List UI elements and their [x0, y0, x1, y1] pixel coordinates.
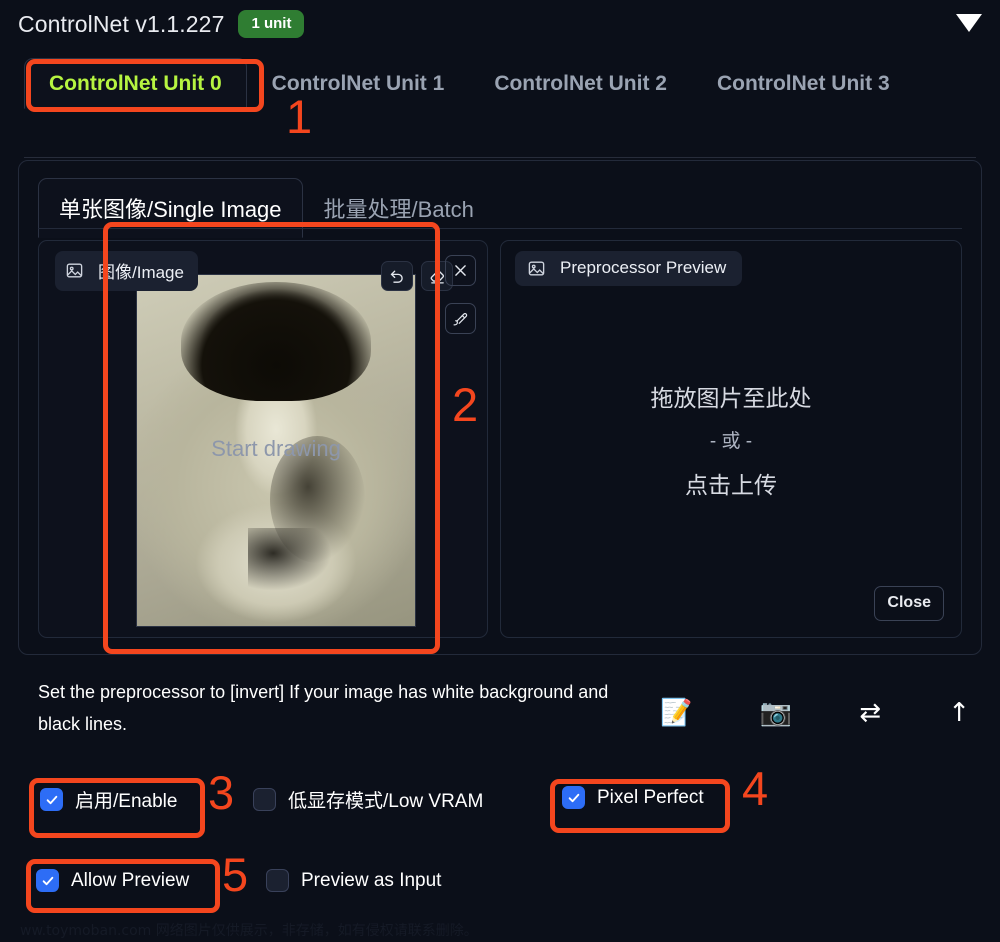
- low-vram-checkbox-row: 低显存模式/Low VRAM: [253, 786, 483, 813]
- undo-icon[interactable]: [381, 261, 413, 291]
- checkbox-box-checked[interactable]: [562, 786, 585, 809]
- annotation-number-5: 5: [222, 848, 249, 901]
- panel-header: ControlNet v1.1.227 1 unit: [18, 10, 305, 38]
- pixel-perfect-checkbox-row: Pixel Perfect: [562, 786, 704, 809]
- image-label-chip: 图像/Image: [55, 251, 198, 291]
- arrow-up-icon[interactable]: ↑: [948, 700, 970, 726]
- preview-as-input-checkbox-row: Preview as Input: [266, 869, 441, 892]
- allow-preview-checkbox-row: Allow Preview: [36, 869, 189, 892]
- tablist-divider: [24, 157, 976, 158]
- annotation-number-4: 4: [742, 762, 769, 815]
- pixel-perfect-checkbox[interactable]: Pixel Perfect: [562, 786, 704, 809]
- low-vram-checkbox-label: 低显存模式/Low VRAM: [288, 791, 484, 812]
- preprocessor-hint-text: Set the preprocessor to [invert] If your…: [38, 682, 609, 735]
- preprocessor-preview-label-chip: Preprocessor Preview: [515, 251, 743, 286]
- image-icon: [65, 261, 84, 280]
- mode-tablist-divider: [38, 228, 962, 229]
- uploaded-image[interactable]: Start drawing: [136, 274, 416, 627]
- checkbox-box-unchecked[interactable]: [266, 869, 289, 892]
- tab-controlnet-unit-0[interactable]: ControlNet Unit 0: [24, 58, 247, 109]
- allow-preview-checkbox-label: Allow Preview: [71, 869, 190, 891]
- dropzone-line-2: - 或 -: [709, 431, 753, 452]
- enable-checkbox-label: 启用/Enable: [75, 791, 178, 812]
- memo-icon[interactable]: 📝: [660, 700, 692, 726]
- watermark-text: ww.toymoban.com 网络图片仅供展示，非存储，如有侵权请联系删除。: [20, 923, 478, 939]
- tab-controlnet-unit-1[interactable]: ControlNet Unit 1: [247, 58, 470, 109]
- controlnet-unit-tablist: ControlNet Unit 0 ControlNet Unit 1 Cont…: [24, 58, 976, 109]
- checkbox-box-checked[interactable]: [36, 869, 59, 892]
- action-icon-row: 📝 📷 ⇄ ↑: [660, 700, 970, 726]
- allow-preview-checkbox[interactable]: Allow Preview: [36, 869, 189, 892]
- checkbox-box-checked[interactable]: [40, 788, 63, 811]
- tab-controlnet-unit-2[interactable]: ControlNet Unit 2: [469, 58, 692, 109]
- dropzone-line-1: 拖放图片至此处: [650, 385, 812, 411]
- preview-as-input-checkbox[interactable]: Preview as Input: [266, 869, 441, 892]
- brush-icon[interactable]: [445, 303, 476, 334]
- checkbox-box-unchecked[interactable]: [253, 788, 276, 811]
- camera-icon[interactable]: 📷: [760, 700, 792, 726]
- controlnet-panel: ControlNet v1.1.227 1 unit ControlNet Un…: [0, 0, 1000, 942]
- unit-count-badge: 1 unit: [238, 10, 305, 38]
- pixel-perfect-checkbox-label: Pixel Perfect: [597, 786, 704, 808]
- low-vram-checkbox[interactable]: 低显存模式/Low VRAM: [253, 786, 483, 813]
- preprocessor-preview-label-text: Preprocessor Preview: [560, 258, 727, 277]
- close-button[interactable]: Close: [874, 586, 944, 621]
- dropzone-text: 拖放图片至此处 - 或 - 点击上传: [501, 379, 961, 500]
- page-title: ControlNet v1.1.227: [18, 10, 225, 37]
- preprocessor-preview-area[interactable]: Preprocessor Preview 拖放图片至此处 - 或 - 点击上传 …: [500, 240, 962, 638]
- tab-single-image[interactable]: 单张图像/Single Image: [38, 178, 303, 238]
- canvas-tool-row: [381, 261, 453, 291]
- swap-arrows-icon[interactable]: ⇄: [859, 700, 881, 726]
- image-label-text: 图像/Image: [98, 263, 184, 282]
- image-upload-area[interactable]: 图像/Image Start drawing: [38, 240, 488, 638]
- enable-checkbox-row: 启用/Enable: [40, 786, 177, 813]
- image-side-tools: [445, 255, 476, 334]
- image-icon: [527, 259, 546, 278]
- remove-icon[interactable]: [445, 255, 476, 286]
- triangle-down-icon[interactable]: [956, 14, 982, 32]
- annotation-number-3: 3: [208, 766, 235, 819]
- input-mode-tablist: 单张图像/Single Image 批量处理/Batch: [38, 178, 495, 238]
- preview-as-input-checkbox-label: Preview as Input: [301, 869, 442, 891]
- enable-checkbox[interactable]: 启用/Enable: [40, 786, 177, 813]
- tab-batch[interactable]: 批量处理/Batch: [303, 178, 495, 238]
- dropzone-line-3: 点击上传: [685, 472, 777, 498]
- tab-controlnet-unit-3[interactable]: ControlNet Unit 3: [692, 58, 915, 109]
